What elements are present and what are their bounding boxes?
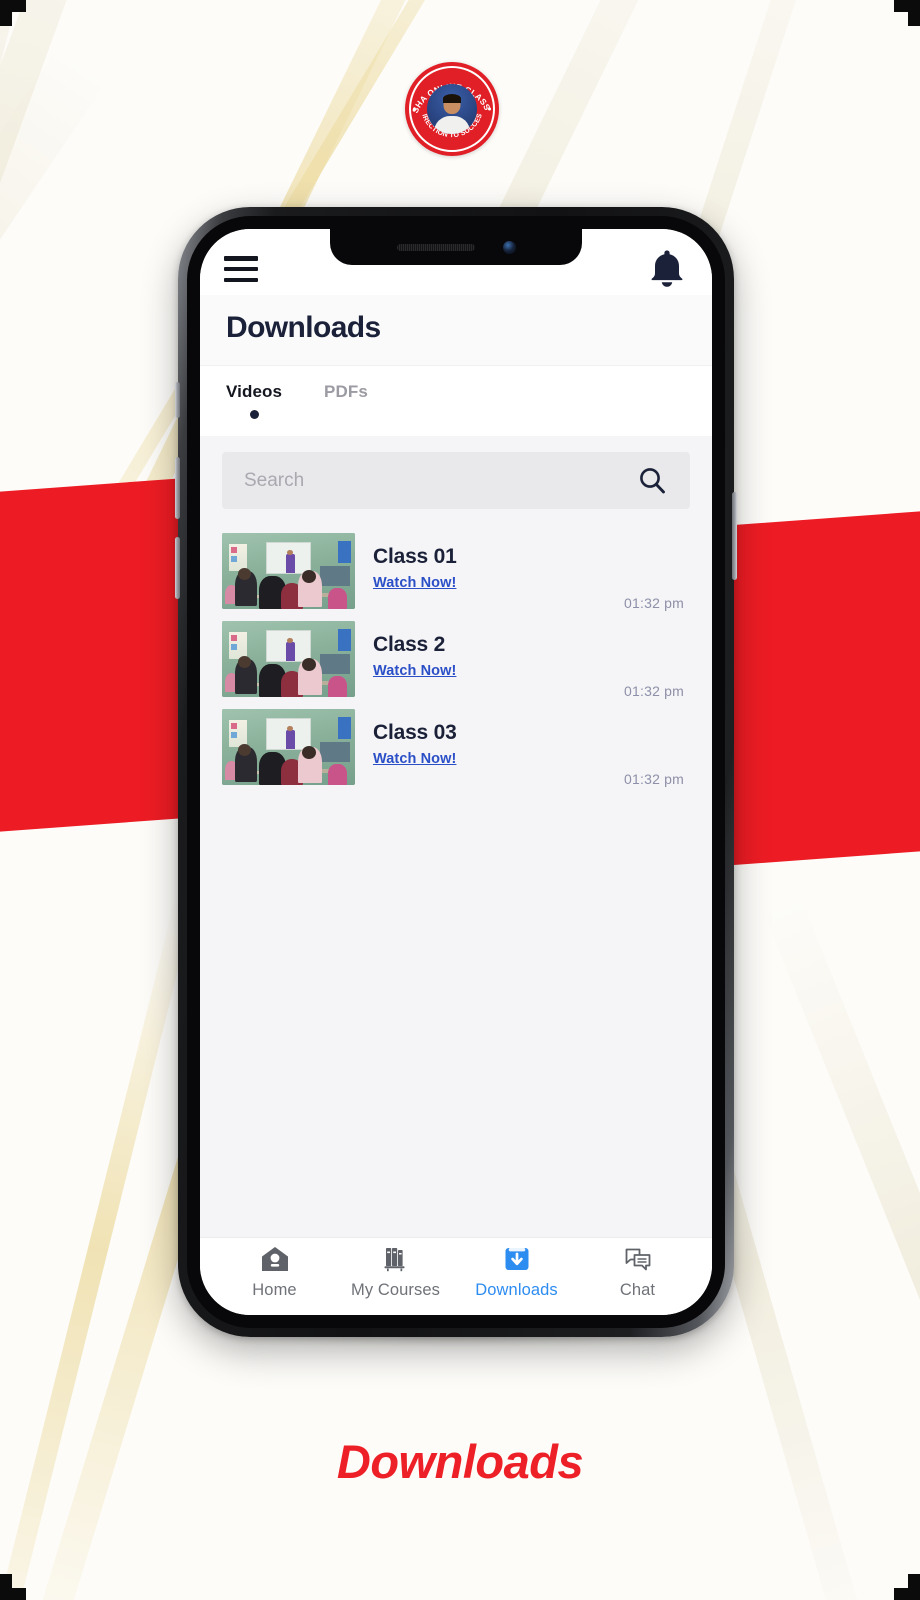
tab-pdfs-label: PDFs: [324, 382, 368, 401]
bottom-navigation-bar: Home My Courses Downloads Chat: [200, 1237, 712, 1315]
hamburger-menu-icon[interactable]: [224, 256, 258, 282]
class-timestamp: 01:32 pm: [624, 595, 684, 611]
phone-notch: [330, 229, 582, 265]
nav-item-chat[interactable]: Chat: [577, 1244, 698, 1300]
phone-power-button[interactable]: [732, 492, 737, 580]
tab-videos-indicator: [249, 410, 259, 419]
home-icon: [260, 1244, 290, 1274]
nav-downloads-label: Downloads: [475, 1280, 558, 1299]
page-title: Downloads: [226, 311, 381, 344]
class-thumbnail: [222, 533, 355, 609]
phone-volume-up-button[interactable]: [175, 457, 180, 519]
logo-portrait: [427, 84, 477, 134]
tab-videos-label: Videos: [226, 382, 283, 401]
corner-marker-top-right: [894, 0, 920, 26]
front-camera-icon: [502, 240, 516, 254]
row-text-block: Class 03 Watch Now!: [373, 709, 690, 768]
downloads-list: Class 01 Watch Now! 01:32 pm Class 2 Wat…: [222, 527, 690, 791]
chat-icon: [623, 1244, 653, 1274]
nav-my-courses-label: My Courses: [350, 1280, 441, 1299]
phone-volume-down-button[interactable]: [175, 537, 180, 599]
earpiece-speaker-icon: [396, 243, 475, 251]
nav-item-home[interactable]: Home: [214, 1244, 335, 1300]
class-title: Class 03: [373, 721, 457, 744]
phone-silent-switch[interactable]: [175, 382, 180, 418]
search-input[interactable]: [244, 469, 636, 492]
download-icon: [502, 1244, 532, 1274]
row-text-block: Class 2 Watch Now!: [373, 621, 690, 680]
nav-chat-label: Chat: [619, 1280, 656, 1299]
class-thumbnail: [222, 709, 355, 785]
red-banner-right: [710, 509, 920, 867]
class-timestamp: 01:32 pm: [624, 771, 684, 787]
table-row[interactable]: Class 03 Watch Now! 01:32 pm: [222, 703, 690, 791]
content-area: Class 01 Watch Now! 01:32 pm: [200, 436, 712, 1237]
brand-logo: DISHA ONLINE CLASSES DIRECTION TO SUCCES…: [405, 62, 499, 156]
phone-screen: Downloads Videos PDFs Search Class 01 Wa…: [200, 229, 712, 1315]
class-title: Class 2: [373, 633, 446, 656]
page-caption: Downloads: [336, 1435, 584, 1488]
search-bar[interactable]: [222, 452, 690, 509]
search-icon[interactable]: [636, 465, 668, 497]
watch-now-link[interactable]: Watch Now!: [373, 751, 456, 767]
watch-now-link[interactable]: Watch Now!: [373, 663, 456, 679]
bell-icon[interactable]: [646, 248, 688, 290]
table-row[interactable]: Class 01 Watch Now! 01:32 pm: [222, 527, 690, 615]
bell-icon-glyph: [651, 250, 683, 287]
table-row[interactable]: Class 2 Watch Now! 01:32 pm: [222, 615, 690, 703]
class-title: Class 01: [373, 545, 457, 568]
tab-pdfs[interactable]: PDFs: [324, 382, 368, 419]
corner-marker-top-left: [0, 0, 26, 26]
books-icon: [381, 1244, 411, 1274]
class-thumbnail: [222, 621, 355, 697]
page-title-section: Downloads: [200, 295, 712, 366]
nav-home-label: Home: [252, 1280, 297, 1299]
nav-item-my-courses[interactable]: My Courses: [335, 1244, 456, 1300]
tab-videos[interactable]: Videos: [226, 382, 282, 419]
corner-marker-bottom-right: [894, 1574, 920, 1600]
tab-bar: Videos PDFs: [200, 366, 712, 436]
corner-marker-bottom-left: [0, 1574, 26, 1600]
watch-now-link[interactable]: Watch Now!: [373, 575, 456, 591]
nav-item-downloads[interactable]: Downloads: [456, 1244, 577, 1300]
row-text-block: Class 01 Watch Now!: [373, 533, 690, 592]
class-timestamp: 01:32 pm: [624, 683, 684, 699]
tab-pdfs-indicator: [341, 410, 350, 419]
phone-mockup: Downloads Videos PDFs Search Class 01 Wa…: [175, 207, 737, 1347]
